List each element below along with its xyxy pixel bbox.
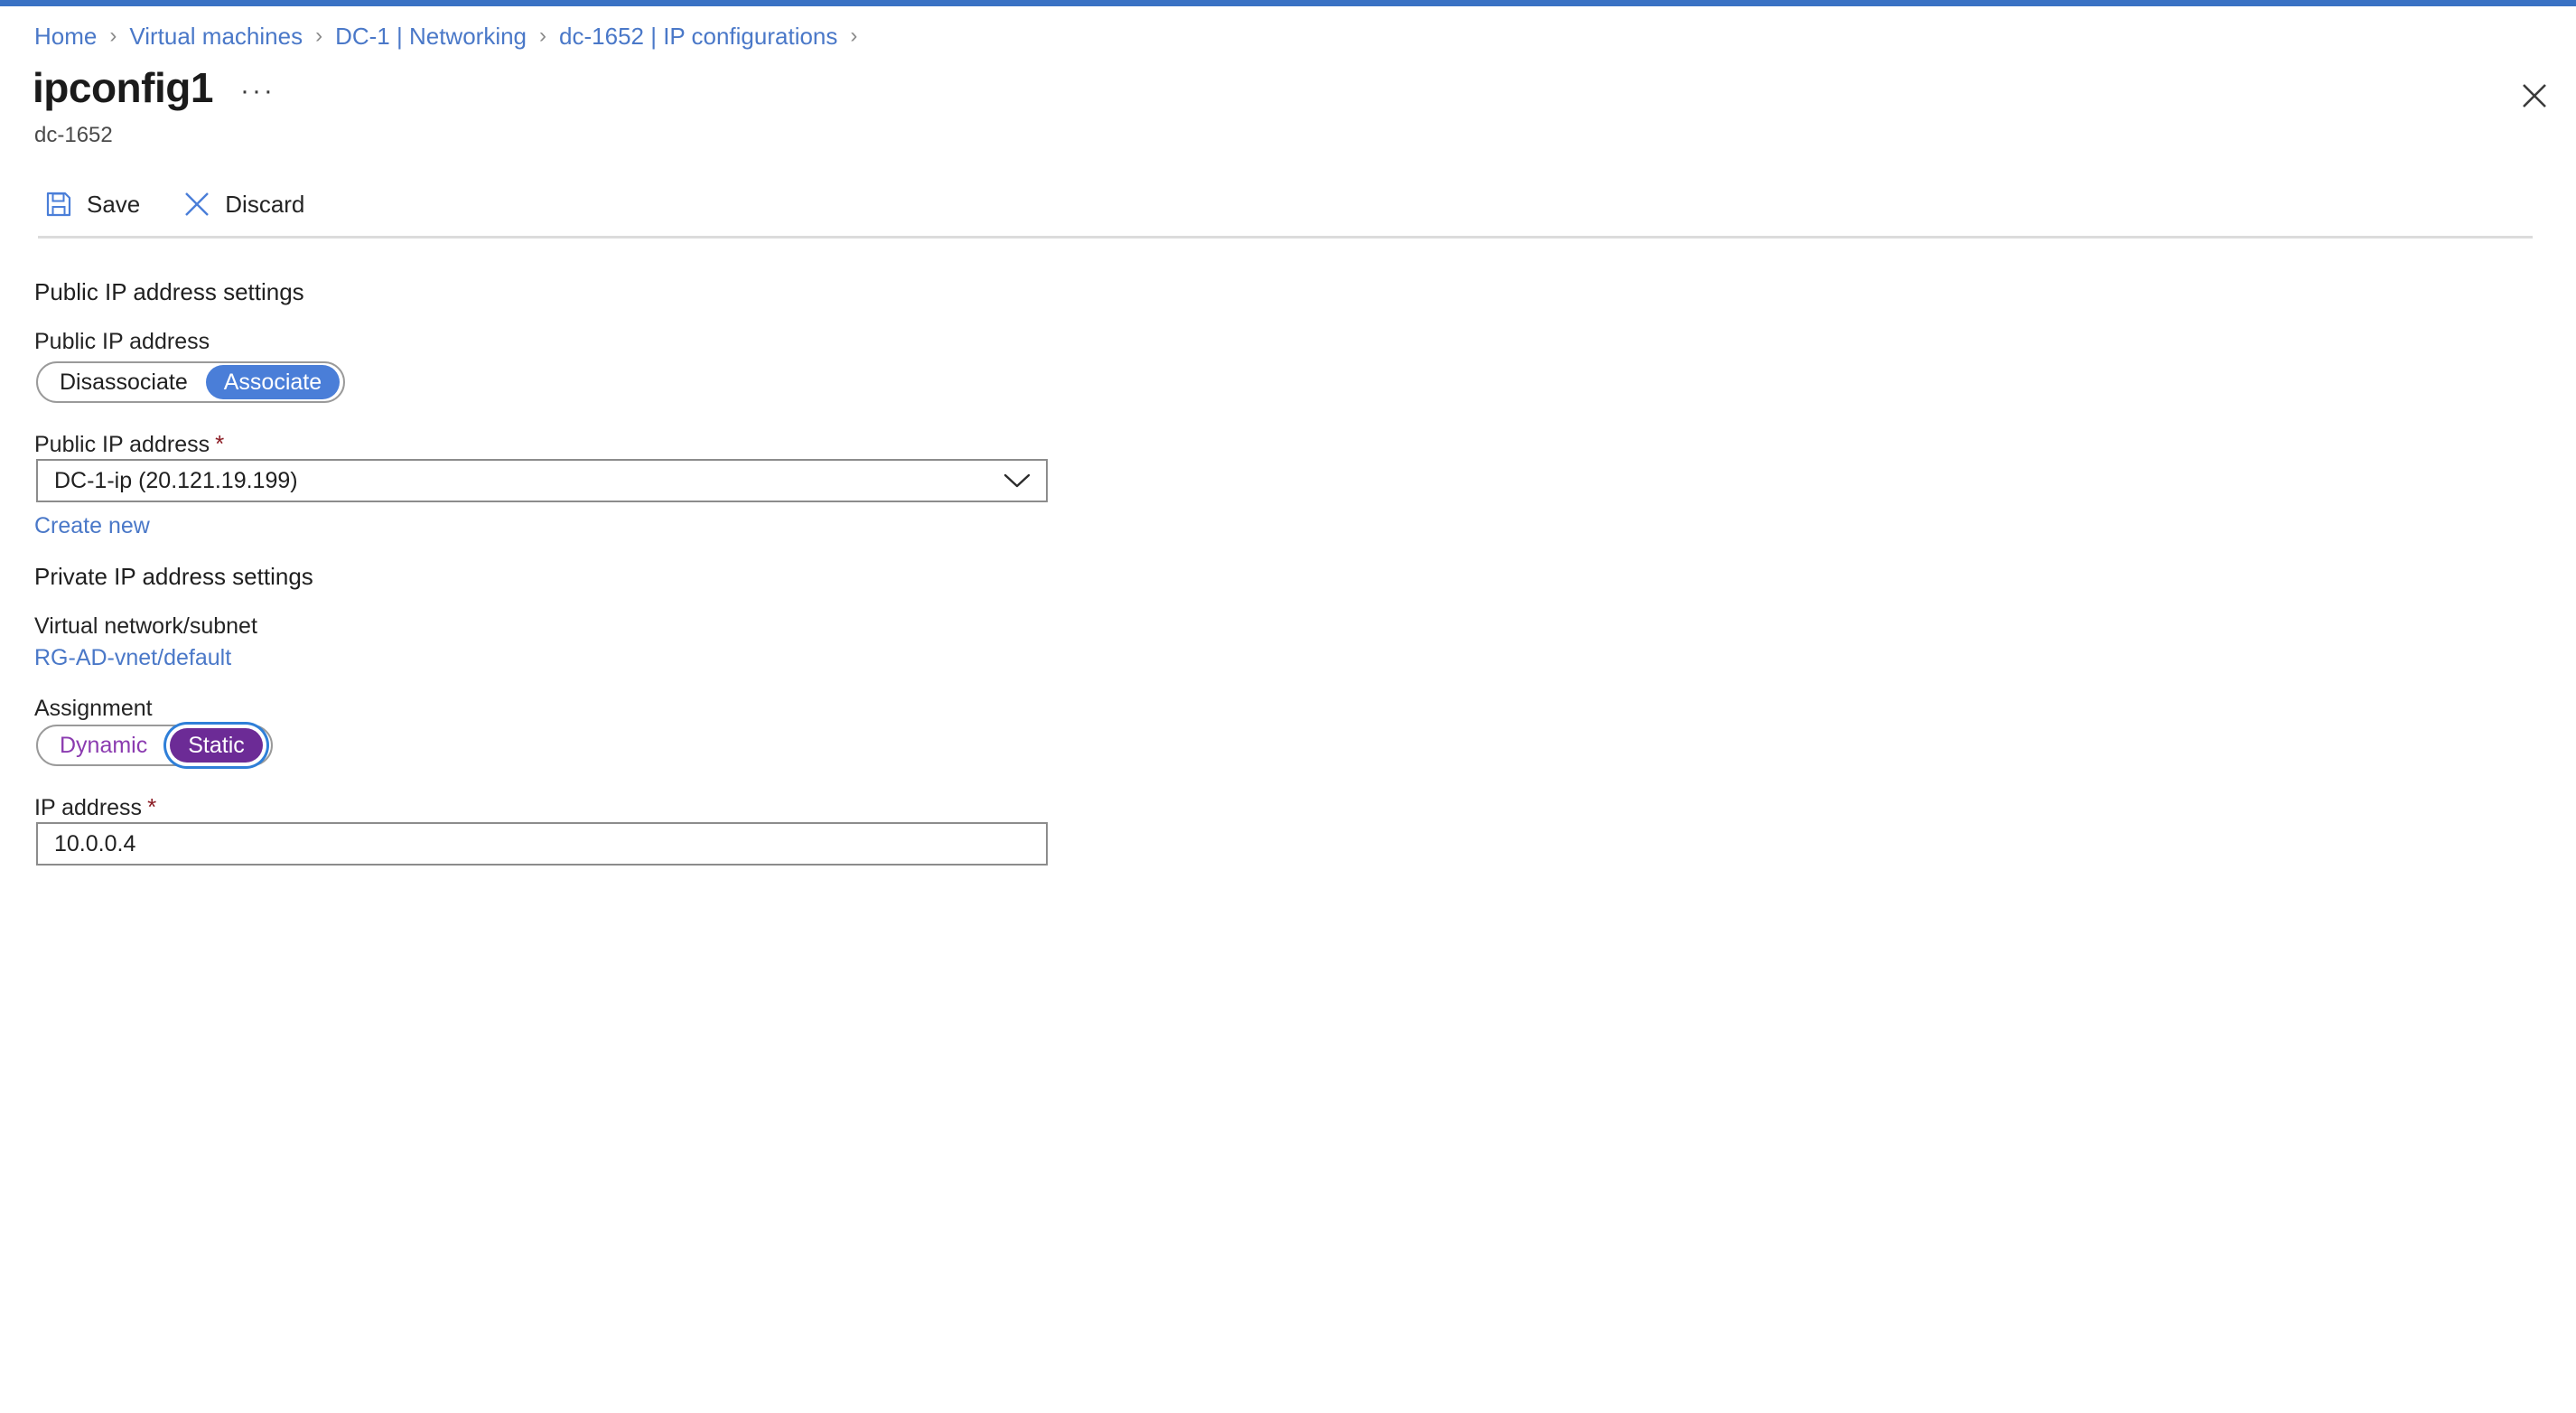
page-title: ipconfig1 — [33, 64, 213, 111]
ip-assignment-toggle[interactable]: Dynamic Static — [36, 725, 273, 766]
toggle-option-associate[interactable]: Associate — [205, 365, 341, 399]
public-ip-association-toggle[interactable]: Disassociate Associate — [36, 361, 346, 403]
page-subtitle: dc-1652 — [34, 123, 113, 147]
virtual-network-subnet-link[interactable]: RG-AD-vnet/default — [34, 647, 231, 669]
toggle-option-static[interactable]: Static — [170, 728, 263, 763]
ip-address-label: IP address * — [34, 795, 156, 819]
command-bar: Save Discard — [43, 181, 310, 228]
public-ip-toggle-label: Public IP address — [34, 329, 210, 354]
page-title-row: ipconfig1 ··· — [33, 63, 275, 112]
ip-address-value: 10.0.0.4 — [54, 832, 136, 856]
chevron-down-icon[interactable] — [988, 461, 1046, 501]
breadcrumb-separator-icon: › — [850, 23, 858, 48]
breadcrumb-separator-icon: › — [539, 23, 547, 48]
required-asterisk: * — [215, 430, 225, 457]
public-ip-select-label-text: Public IP address — [34, 432, 210, 457]
virtual-network-subnet-label: Virtual network/subnet — [34, 613, 257, 639]
more-options-ellipsis-icon[interactable]: ··· — [240, 78, 275, 105]
save-button-label: Save — [87, 191, 141, 218]
discard-button[interactable]: Discard — [182, 181, 310, 228]
breadcrumb-separator-icon: › — [315, 23, 323, 48]
save-icon — [43, 189, 74, 220]
ip-address-label-text: IP address — [34, 795, 143, 820]
breadcrumb-item-virtual-machines[interactable]: Virtual machines — [129, 24, 303, 48]
private-ip-section-heading: Private IP address settings — [34, 563, 313, 590]
top-accent-bar — [0, 0, 2576, 6]
breadcrumb-item-home[interactable]: Home — [34, 24, 97, 48]
public-ip-section-heading: Public IP address settings — [34, 278, 304, 305]
breadcrumb-separator-icon: › — [109, 23, 117, 48]
close-blade-button[interactable] — [2509, 70, 2560, 121]
command-bar-divider — [38, 236, 2533, 239]
discard-button-label: Discard — [225, 191, 305, 218]
discard-icon — [182, 189, 212, 220]
public-ip-select-label: Public IP address * — [34, 432, 224, 456]
create-new-public-ip-link[interactable]: Create new — [34, 515, 150, 538]
breadcrumb: Home › Virtual machines › DC-1 | Network… — [34, 20, 870, 52]
required-asterisk: * — [147, 793, 157, 820]
save-button[interactable]: Save — [43, 181, 145, 228]
breadcrumb-item-ip-configurations[interactable]: dc-1652 | IP configurations — [559, 24, 837, 48]
public-ip-address-value: DC-1-ip (20.121.19.199) — [54, 469, 298, 492]
azure-ipconfig-blade: Home › Virtual machines › DC-1 | Network… — [0, 0, 2576, 1413]
ip-address-input[interactable]: 10.0.0.4 — [36, 822, 1048, 866]
toggle-option-dynamic[interactable]: Dynamic — [42, 728, 165, 763]
public-ip-address-dropdown[interactable]: DC-1-ip (20.121.19.199) — [36, 459, 1048, 502]
breadcrumb-item-dc-1-networking[interactable]: DC-1 | Networking — [335, 24, 527, 48]
assignment-label: Assignment — [34, 696, 153, 721]
toggle-option-disassociate[interactable]: Disassociate — [42, 365, 206, 399]
close-icon — [2521, 82, 2548, 109]
